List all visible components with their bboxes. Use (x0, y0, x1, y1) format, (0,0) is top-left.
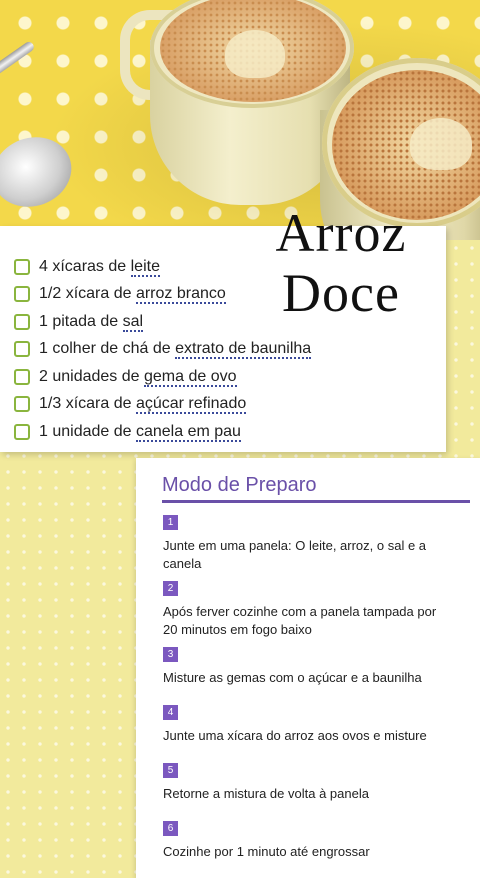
ingredient-quantity: 4 xícaras de (39, 257, 131, 275)
ingredient-label: 1 pitada de sal (39, 312, 144, 332)
ingredient-link[interactable]: canela em pau (135, 422, 241, 442)
step-text: Junte em uma panela: O leite, arroz, o s… (163, 538, 427, 571)
ingredient-item[interactable]: 2 unidades de gema de ovo (14, 363, 311, 391)
ingredient-link[interactable]: gema de ovo (143, 367, 237, 387)
checkbox[interactable] (14, 258, 30, 275)
ingredient-quantity: 2 unidades de (39, 367, 144, 385)
ingredient-link[interactable]: leite (130, 257, 160, 277)
ingredient-quantity: 1/3 xícara de (39, 395, 136, 413)
step-text: Junte uma xícara do arroz aos ovos e mis… (163, 728, 427, 743)
step-number-badge: 3 (163, 647, 178, 662)
checkbox[interactable] (14, 313, 30, 330)
preparation-heading: Modo de Preparo (162, 474, 317, 496)
ingredient-item[interactable]: 1 colher de chá de extrato de baunilha (14, 336, 312, 364)
heading-divider (162, 500, 470, 503)
step-text: Retorne a mistura de volta à panela (163, 786, 369, 801)
ingredient-quantity: 1/2 xícara de (39, 285, 136, 303)
preparation-card (136, 458, 480, 878)
ingredient-item[interactable]: 1/2 xícara de arroz branco (14, 281, 311, 309)
ingredient-item[interactable]: 1 unidade de canela em pau (14, 418, 311, 446)
step-text: Após ferver cozinhe com a panela tampada… (163, 604, 437, 637)
step-number-badge: 4 (163, 705, 178, 720)
step-text: Cozinhe por 1 minuto até engrossar (163, 844, 370, 859)
heart-decoration (410, 118, 472, 170)
step-text: Misture as gemas com o açúcar e a baunil… (163, 670, 422, 685)
ingredient-label: 1 colher de chá de extrato de baunilha (39, 340, 312, 360)
ingredient-quantity: 1 pitada de (39, 312, 123, 330)
checkbox[interactable] (14, 396, 30, 413)
ingredient-list: 4 xícaras de leite 1/2 xícara de arroz b… (14, 253, 312, 446)
ingredient-quantity: 1 unidade de (39, 422, 136, 440)
ingredient-label: 1/3 xícara de açúcar refinado (39, 395, 247, 415)
step-number-badge: 5 (163, 763, 178, 778)
checkbox[interactable] (14, 286, 30, 303)
ingredient-label: 1 unidade de canela em pau (39, 422, 241, 442)
checkbox[interactable] (14, 368, 30, 385)
ingredient-label: 1/2 xícara de arroz branco (39, 285, 226, 305)
ingredient-label: 2 unidades de gema de ovo (39, 367, 237, 387)
ingredient-item[interactable]: 4 xícaras de leite (14, 253, 311, 281)
ingredient-link[interactable]: arroz branco (135, 285, 226, 305)
step-number-badge: 2 (163, 581, 178, 596)
ingredient-quantity: 1 colher de chá de (39, 340, 176, 358)
ingredient-link[interactable]: extrato de baunilha (175, 340, 312, 360)
checkbox[interactable] (14, 341, 30, 358)
step-number-badge: 1 (163, 515, 178, 530)
ingredient-link[interactable]: sal (122, 312, 144, 332)
ingredient-item[interactable]: 1 pitada de sal (14, 308, 311, 336)
step-number-badge: 6 (163, 821, 178, 836)
checkbox[interactable] (14, 423, 30, 440)
ingredient-label: 4 xícaras de leite (39, 257, 160, 277)
heart-decoration (225, 30, 285, 78)
ingredient-link[interactable]: açúcar refinado (135, 395, 247, 415)
ingredient-item[interactable]: 1/3 xícara de açúcar refinado (14, 391, 311, 419)
